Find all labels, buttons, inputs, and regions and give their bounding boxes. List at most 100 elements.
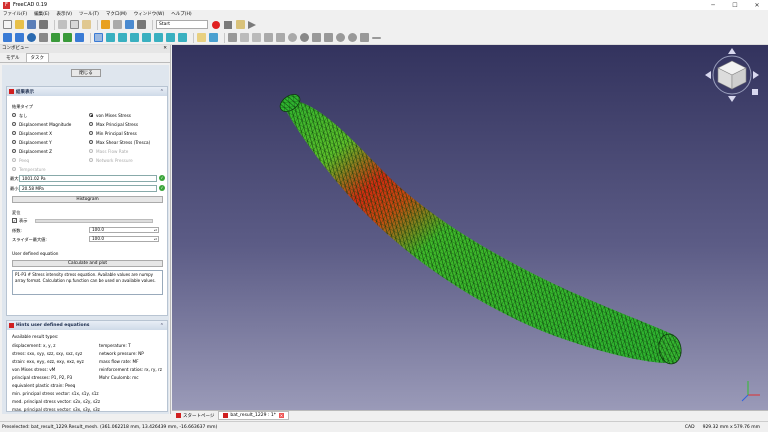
std-views-icon[interactable] [75, 33, 84, 42]
calculate-plot-button[interactable]: Calculate and plot [12, 260, 163, 267]
nav-forward-icon[interactable] [63, 33, 72, 42]
workbench-selector[interactable]: Start [156, 20, 208, 29]
radio-network-pressure[interactable] [89, 158, 93, 162]
nav-back-icon[interactable] [51, 33, 60, 42]
new-file-icon[interactable] [3, 20, 12, 29]
tab-bat-result[interactable]: bat_result_1229 : 1* ✕ [218, 411, 289, 420]
bat-mesh-model[interactable] [172, 45, 768, 410]
open-file-icon[interactable] [15, 20, 24, 29]
copy-icon[interactable] [70, 20, 79, 29]
menu-tools[interactable]: ツール(T) [79, 11, 99, 17]
menu-window[interactable]: ウィンドウ(W) [134, 11, 164, 17]
view-right-icon[interactable] [142, 33, 151, 42]
radio-disp-y[interactable] [12, 140, 16, 144]
draw-style-icon[interactable] [27, 33, 36, 42]
link-unlink-icon[interactable] [276, 33, 285, 42]
record-macro-icon[interactable] [212, 20, 220, 29]
factor-spinbox[interactable]: 100.0 [89, 227, 159, 233]
arrow-left-icon[interactable] [312, 33, 321, 42]
minus-icon[interactable] [372, 36, 381, 39]
show-checkbox[interactable]: ✓ [12, 218, 17, 223]
view-front-icon[interactable] [118, 33, 127, 42]
stop-macro-icon[interactable] [224, 20, 232, 29]
close-tab-icon[interactable]: ✕ [278, 413, 284, 418]
menu-file[interactable]: ファイル(F) [3, 11, 27, 17]
arrow-right-icon[interactable] [324, 33, 333, 42]
radio-max-principal[interactable] [89, 122, 93, 126]
nav-arrow-down-icon[interactable] [728, 96, 736, 102]
radio-disp-x[interactable] [12, 131, 16, 135]
radio-peeq[interactable] [12, 158, 16, 162]
histogram-button[interactable]: Histogram [12, 196, 163, 203]
measure-icon[interactable] [209, 33, 218, 42]
bounding-box-icon[interactable] [39, 33, 48, 42]
view-iso-icon[interactable] [106, 33, 115, 42]
radio-disp-z[interactable] [12, 149, 16, 153]
refresh-icon[interactable] [125, 20, 134, 29]
link-import-icon[interactable] [288, 33, 297, 42]
navigation-cube[interactable] [705, 48, 759, 102]
tab-model[interactable]: モデル [2, 54, 24, 62]
fit-all-icon[interactable] [3, 33, 12, 42]
status-message: Preselected: bat_result_1229.Result_mesh… [2, 424, 218, 430]
stop-icon[interactable] [348, 33, 357, 42]
view-left-icon[interactable] [178, 33, 187, 42]
menu-macro[interactable]: マクロ(M) [106, 11, 127, 17]
close-window-icon[interactable]: ✕ [746, 2, 768, 9]
undo-icon[interactable] [101, 20, 110, 29]
close-panel-icon[interactable]: ✕ [163, 45, 167, 53]
whats-this-icon[interactable] [137, 20, 146, 29]
nav-menu-icon[interactable] [752, 89, 758, 95]
collapse-icon[interactable]: ⌃ [160, 323, 164, 329]
hint-line: med. principal stress vector: s2x, s2y, … [12, 399, 101, 404]
hints-panel-header[interactable]: Hints user defined equations ⌃ [7, 321, 167, 330]
nav-arrow-left-icon[interactable] [705, 71, 711, 79]
nav-arrow-up-icon[interactable] [728, 48, 736, 54]
displacement-slider[interactable] [35, 219, 153, 223]
print-icon[interactable] [39, 20, 48, 29]
minimize-icon[interactable]: ─ [702, 2, 724, 9]
paste-icon[interactable] [82, 20, 91, 29]
equation-textarea[interactable]: P1-P3 # Stress intensity stress equation… [12, 270, 163, 295]
menu-help[interactable]: ヘルプ(H) [171, 11, 191, 17]
max-value-field[interactable]: 1001.02 Pa [19, 175, 157, 182]
radio-min-principal[interactable] [89, 131, 93, 135]
maximize-icon[interactable]: ☐ [724, 2, 746, 9]
view-rear-icon[interactable] [154, 33, 163, 42]
tab-tasks[interactable]: タスク [25, 53, 49, 62]
results-panel-header[interactable]: 結果表示 ⌃ [7, 87, 167, 96]
macros-icon[interactable] [236, 20, 245, 29]
nav-arrow-right-icon[interactable] [753, 71, 759, 79]
cut-icon[interactable] [58, 20, 67, 29]
navigation-mode[interactable]: CAD [685, 425, 695, 430]
part-folder-icon[interactable] [197, 33, 206, 42]
plus-icon[interactable] [360, 33, 369, 42]
select-link-icon[interactable] [300, 33, 309, 42]
zoom-icon[interactable] [94, 33, 103, 42]
radio-disp-mag[interactable] [12, 122, 16, 126]
fit-selection-icon[interactable] [15, 33, 24, 42]
tab-start-page[interactable]: スタートページ [172, 411, 218, 420]
slider-max-spinbox[interactable]: 100.0 [89, 236, 159, 242]
close-button[interactable]: 閉じる [71, 69, 101, 77]
min-value-field[interactable]: 20.58 MPa [19, 185, 157, 192]
view-top-icon[interactable] [130, 33, 139, 42]
menu-view[interactable]: 表示(V) [56, 11, 72, 17]
link-replace-icon[interactable] [264, 33, 273, 42]
save-icon[interactable] [27, 20, 36, 29]
radio-mass-flow[interactable] [89, 149, 93, 153]
radio-none[interactable] [12, 113, 16, 117]
view-bottom-icon[interactable] [166, 33, 175, 42]
radio-temperature[interactable] [12, 167, 16, 171]
redo-icon[interactable] [113, 20, 122, 29]
link-icon[interactable] [240, 33, 249, 42]
run-macro-icon[interactable] [248, 20, 256, 29]
radio-max-shear[interactable] [89, 140, 93, 144]
3d-viewport[interactable] [172, 45, 768, 410]
collapse-icon[interactable]: ⌃ [160, 89, 164, 95]
link-sub-icon[interactable] [252, 33, 261, 42]
menu-edit[interactable]: 編集(E) [34, 11, 49, 17]
radio-von-mises[interactable] [89, 113, 93, 117]
sync-icon[interactable] [336, 33, 345, 42]
group-icon[interactable] [228, 33, 237, 42]
